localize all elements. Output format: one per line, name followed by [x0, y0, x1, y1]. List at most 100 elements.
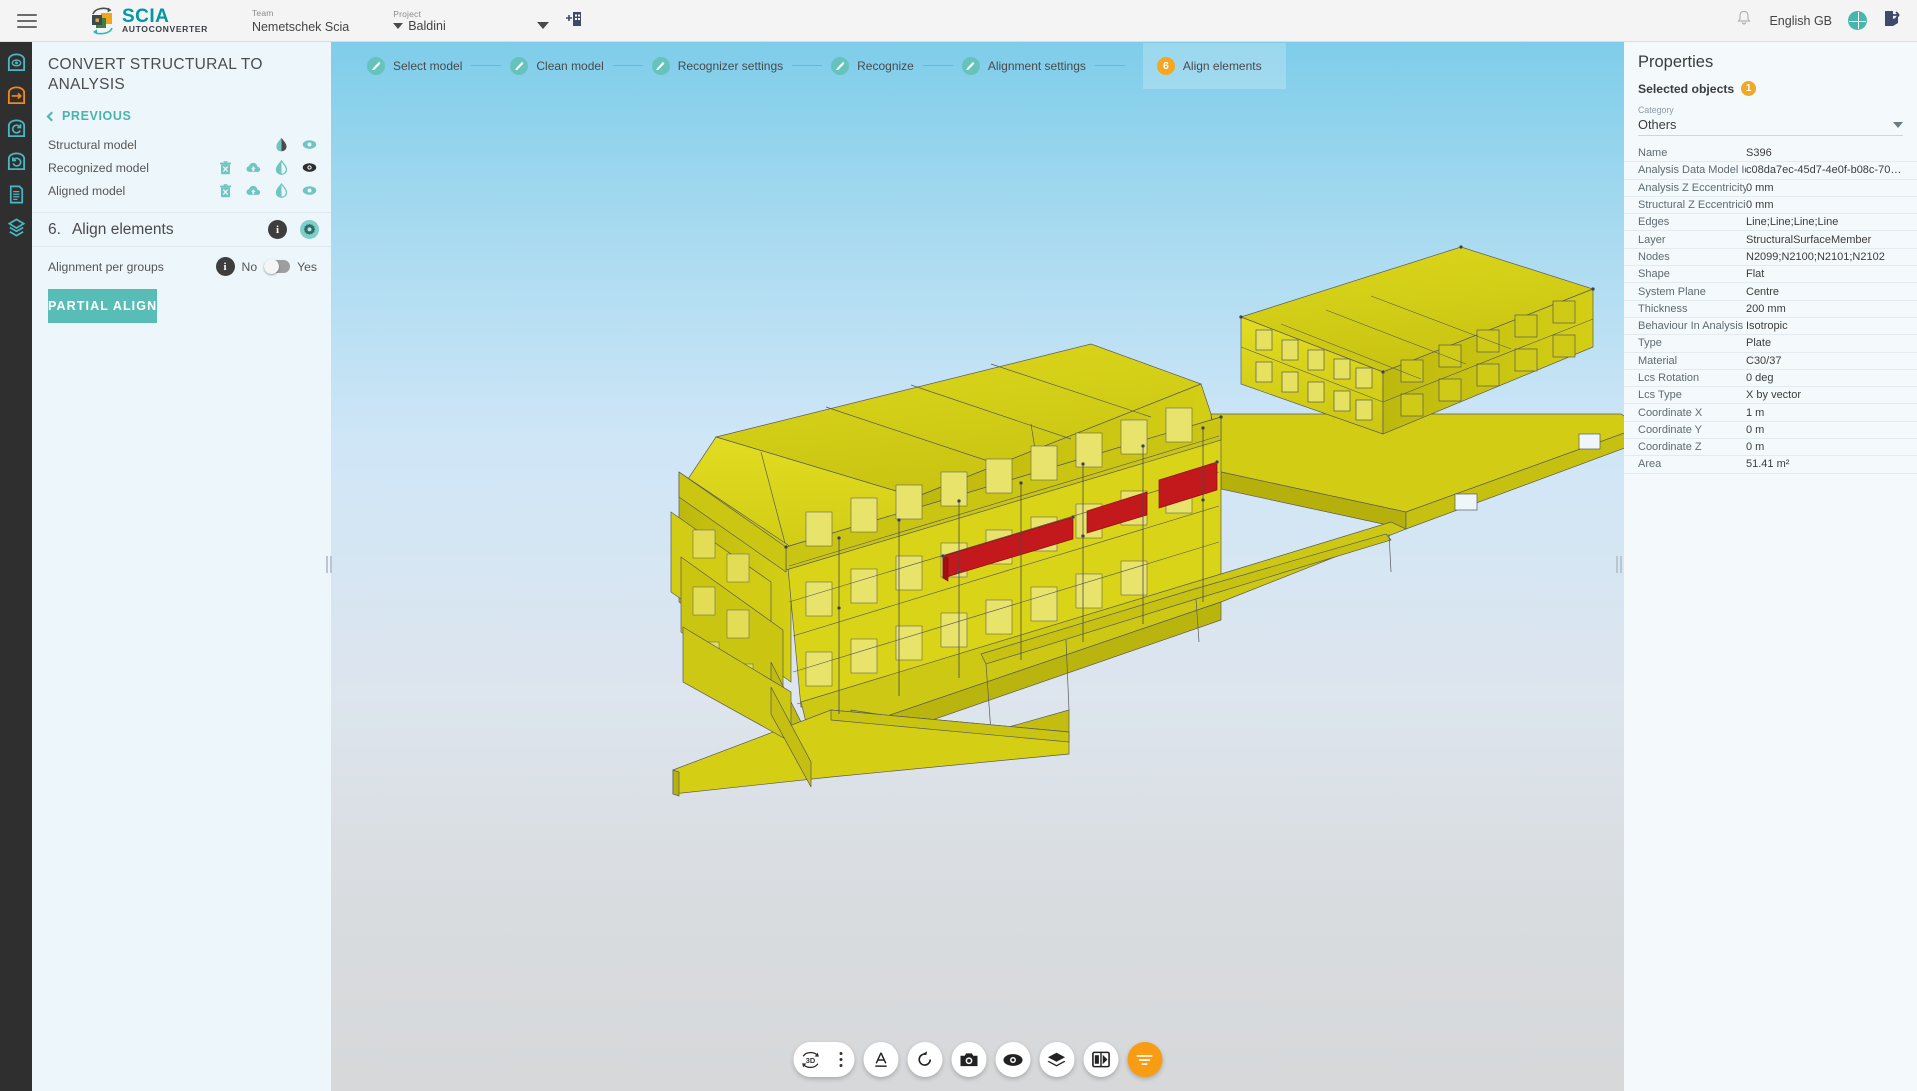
step-label: Select model [393, 58, 463, 73]
table-row: Structural Z Eccentricity 0 mm [1624, 197, 1917, 215]
step-recognize[interactable]: Recognize [831, 56, 914, 75]
model-row-aligned[interactable]: Aligned model [32, 179, 331, 202]
info-icon[interactable]: i [215, 257, 235, 276]
left-panel-resize-handle[interactable] [326, 556, 332, 573]
step-recognizer-settings[interactable]: Recognizer settings [651, 56, 783, 75]
property-value: Isotropic [1746, 320, 1788, 333]
category-field[interactable]: Category Others [1638, 105, 1903, 136]
hamburger-icon[interactable] [0, 13, 54, 28]
property-key: System Plane [1638, 285, 1706, 298]
edit-icon [831, 56, 850, 75]
right-panel-resize-handle[interactable] [1616, 556, 1622, 573]
project-label: Project [393, 8, 422, 19]
3d-model-scene[interactable] [331, 42, 1624, 1091]
step-header: 6. Align elements i [32, 212, 331, 247]
eye-icon[interactable] [302, 183, 317, 198]
category-value: Others [1638, 117, 1677, 132]
edit-icon [651, 56, 670, 75]
model-viewport[interactable]: Select model Clean model Recognizer sett… [331, 42, 1624, 1091]
info-icon[interactable]: i [268, 220, 287, 239]
step-alignment-settings[interactable]: Alignment settings [961, 56, 1086, 75]
transparency-icon[interactable] [274, 183, 289, 198]
eye-icon[interactable] [995, 1042, 1030, 1077]
transparency-icon[interactable] [274, 160, 289, 175]
model-row-structural[interactable]: Structural model [32, 133, 331, 156]
step-label: Align elements [1182, 58, 1262, 73]
team-label: Team [251, 7, 274, 18]
property-value: Line;Line;Line;Line [1746, 216, 1839, 229]
cloud-upload-icon[interactable] [246, 160, 261, 175]
kebab-menu-icon[interactable] [828, 1042, 854, 1077]
alignment-per-groups-option: Alignment per groups i No Yes [32, 247, 331, 276]
recognize-icon[interactable] [0, 116, 32, 141]
model-label: Structural model [48, 137, 137, 152]
add-project-icon[interactable] [565, 8, 583, 33]
property-value: 0 m [1746, 423, 1765, 436]
cloud-upload-icon[interactable] [246, 183, 261, 198]
properties-panel: Properties Selected objects 1 Category O… [1624, 42, 1917, 1091]
property-key: Analysis Z Eccentricity [1638, 181, 1746, 194]
property-key: Structural Z Eccentricity [1638, 199, 1746, 212]
step-title: Align elements [71, 220, 174, 238]
left-sidebar-panel: CONVERT STRUCTURAL TO ANALYSIS PREVIOUS … [32, 42, 331, 1091]
layers-icon[interactable] [1039, 1042, 1074, 1077]
step-label: Alignment settings [987, 58, 1086, 73]
step-align-elements[interactable]: 6 Align elements [1142, 42, 1286, 89]
3d-rotate-icon[interactable]: 3D [793, 1042, 828, 1077]
property-value: 0 mm [1746, 199, 1774, 212]
team-selector[interactable]: Team Nemetschek Scia [252, 8, 349, 34]
project-selector[interactable]: Project Baldini [393, 9, 549, 33]
table-row: Coordinate Z 0 m [1624, 439, 1917, 457]
logout-icon[interactable] [1883, 9, 1901, 33]
previous-button[interactable]: PREVIOUS [32, 95, 331, 133]
eye-icon[interactable] [302, 160, 317, 175]
selected-objects-label: Selected objects [1638, 81, 1735, 96]
property-key: Area [1638, 458, 1662, 471]
category-select[interactable]: Others [1638, 117, 1903, 132]
report-icon[interactable] [0, 182, 32, 207]
chevron-down-icon[interactable] [1893, 121, 1903, 128]
partial-align-button[interactable]: PARTIAL ALIGN [48, 289, 158, 323]
step-select-model[interactable]: Select model [367, 56, 463, 75]
property-key: Layer [1638, 233, 1666, 246]
text-annotation-icon[interactable] [863, 1042, 898, 1077]
align-icon[interactable] [0, 149, 32, 174]
trash-icon[interactable] [218, 183, 233, 198]
globe-icon[interactable] [1848, 11, 1867, 30]
contrast-icon[interactable] [274, 137, 289, 152]
property-value: N2099;N2100;N2101;N2102 [1746, 250, 1885, 263]
export-icon[interactable] [0, 215, 32, 240]
eye-icon[interactable] [302, 137, 317, 152]
compare-icon[interactable] [1083, 1042, 1118, 1077]
category-label: Category [1638, 105, 1674, 115]
project-value: Baldini [408, 18, 446, 33]
camera-icon[interactable] [951, 1042, 986, 1077]
trash-icon[interactable] [218, 160, 233, 175]
table-row: Material C30/37 [1624, 353, 1917, 370]
language-label[interactable]: English GB [1769, 14, 1832, 28]
step-label: Clean model [536, 58, 604, 73]
project-dropdown-chevron-icon[interactable] [536, 22, 549, 29]
gear-icon[interactable] [300, 220, 319, 239]
toggle-on-label: Yes [297, 259, 317, 274]
svg-text:3D: 3D [806, 1055, 816, 1064]
app-header: SCIA AUTOCONVERTER Team Nemetschek Scia … [0, 0, 1917, 42]
model-clean-icon[interactable] [0, 83, 32, 108]
model-view-icon[interactable] [0, 50, 32, 75]
bell-icon[interactable] [1735, 9, 1753, 32]
property-value: 0 deg [1746, 372, 1774, 384]
step-clean-model[interactable]: Clean model [510, 56, 604, 75]
property-key: Nodes [1638, 250, 1670, 263]
edit-icon [510, 56, 529, 75]
property-key: Shape [1638, 268, 1670, 281]
option-label: Alignment per groups [48, 259, 164, 274]
property-key: Analysis Data Model Id [1638, 164, 1746, 177]
model-row-recognized[interactable]: Recognized model [32, 156, 331, 179]
edit-icon [961, 56, 980, 75]
alignment-per-groups-toggle[interactable] [264, 259, 291, 274]
rotate-ccw-icon[interactable] [907, 1042, 942, 1077]
table-row: Layer StructuralSurfaceMember [1624, 231, 1917, 249]
filter-icon[interactable] [1127, 1042, 1162, 1077]
property-key: Edges [1638, 216, 1670, 229]
selected-objects-row: Selected objects 1 [1624, 72, 1917, 96]
